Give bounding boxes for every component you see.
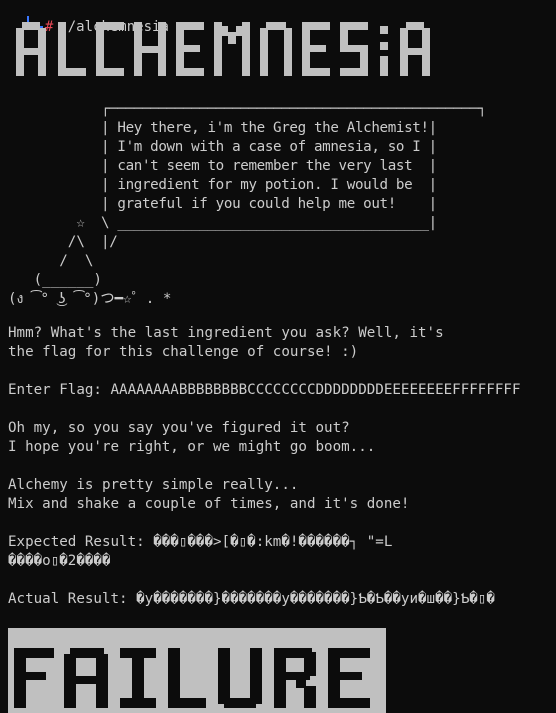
bubble-line: | ingredient for my potion. I would be | [101, 177, 437, 193]
process-line: Mix and shake a couple of times, and it'… [8, 496, 410, 512]
response-line: Oh my, so you say you've figured it out? [8, 420, 350, 436]
intro-line: the flag for this challenge of course! :… [8, 344, 359, 360]
bubble-line: | I'm down with a case of amnesia, so I … [101, 139, 437, 155]
shell-prompt: #./alchemnesia [10, 0, 169, 35]
actual-result: Actual Result: �y�������}�������y�������… [8, 590, 495, 609]
wizard-star: ☆ [8, 215, 85, 231]
response-text: Oh my, so you say you've figured it out?… [8, 419, 375, 457]
wizard-hat: / \ [8, 253, 94, 269]
bubble-line: | grateful if you could help me out! | [101, 196, 437, 212]
banner-title [16, 22, 460, 76]
process-line: Alchemy is pretty simple really... [8, 477, 299, 493]
expected-value-continued: ����o▯�2���� [8, 553, 111, 569]
bubble-top: ┌───────────────────────────────────────… [101, 101, 487, 117]
actual-label: Actual Result: [8, 591, 137, 607]
bubble-line: | Hey there, i'm the Greg the Alchemist!… [101, 120, 437, 136]
failure-banner [8, 628, 386, 713]
failure-banner-art [14, 648, 370, 708]
response-line: I hope you're right, or we might go boom… [8, 439, 376, 455]
expected-value: ���▯���>[�▯�:km�!������┐ "=L [153, 534, 393, 550]
actual-value: �y�������}�������y�������}Ƅ�Ƅ��yи�ш��}Ƅ�… [136, 591, 495, 607]
flag-entry: Enter Flag: AAAAAAAABBBBBBBBCCCCCCCCDDDD… [8, 381, 521, 400]
process-text: Alchemy is pretty simple really... Mix a… [8, 476, 409, 514]
flag-label: Enter Flag: [8, 382, 111, 398]
flag-input[interactable]: AAAAAAAABBBBBBBBCCCCCCCCDDDDDDDDEEEEEEEE… [111, 382, 521, 398]
expected-label: Expected Result: [8, 534, 154, 550]
wizard-hat-brim: (______) [8, 272, 102, 288]
bubble-line: | can't seem to remember the very last | [101, 158, 437, 174]
wizard-face: (ง ͡° ͜ʖ ͡°)つ━☆゜. * [8, 291, 172, 307]
wizard-ascii-art: ☆ /\ / \ (______) (ง ͡° ͜ʖ ͡°)つ━☆゜. * [8, 214, 171, 309]
intro-line: Hmm? What's the last ingredient you ask?… [8, 325, 444, 341]
banner-title-art [16, 22, 430, 76]
intro-text: Hmm? What's the last ingredient you ask?… [8, 324, 444, 362]
expected-result: Expected Result: ���▯���>[�▯�:km�!������… [8, 533, 392, 571]
wizard-hat-tip: /\ [8, 234, 85, 250]
